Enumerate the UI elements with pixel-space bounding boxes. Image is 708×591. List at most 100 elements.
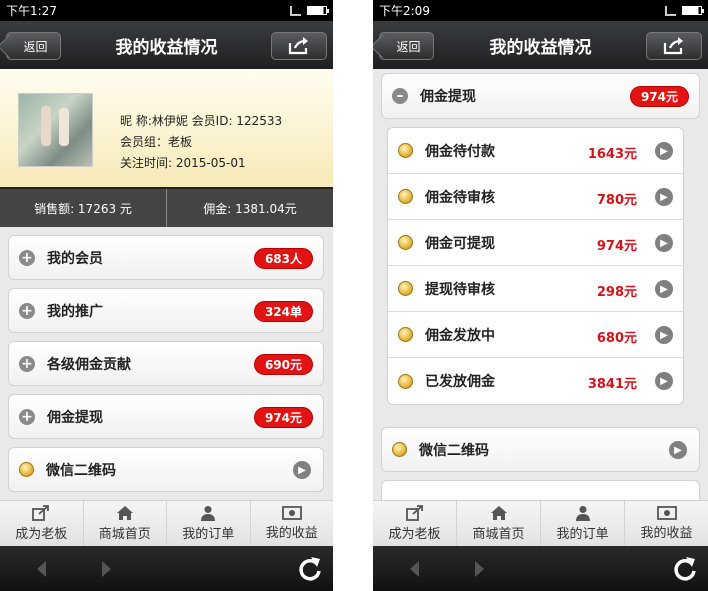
share-icon (288, 37, 308, 55)
tab-mall-home[interactable]: 商城首页 (84, 501, 167, 546)
coin-icon (398, 373, 413, 389)
system-nav-bar (0, 546, 333, 591)
forward-arrow-icon[interactable] (473, 561, 485, 577)
nav-bar: 返回 我的收益情况 (0, 21, 333, 69)
share-button[interactable] (646, 32, 702, 60)
share-icon (663, 37, 683, 55)
profile-nickname-line: 昵 称:林伊妮 会员ID: 122533 (120, 114, 283, 128)
item-label: 佣金待付款 (425, 143, 495, 160)
home-icon (490, 506, 507, 520)
tab-become-boss[interactable]: 成为老板 (0, 501, 84, 546)
row-commission-withdraw[interactable]: + 佣金提现 974元 (8, 394, 324, 439)
tab-my-orders[interactable]: 我的订单 (167, 501, 251, 546)
tab-label: 商城首页 (472, 527, 525, 542)
list-item[interactable]: 提现待审核 298元 ▶ (388, 266, 683, 312)
list-item[interactable]: 已发放佣金 3841元 ▶ (388, 358, 683, 404)
expand-plus-icon: + (19, 249, 35, 266)
row-label: 微信二维码 (46, 462, 116, 479)
chevron-right-icon: ▶ (293, 461, 311, 479)
user-icon (575, 506, 590, 521)
list-item[interactable]: 佣金待审核 780元 ▶ (388, 174, 683, 220)
back-button[interactable]: 返回 (6, 32, 61, 60)
tab-my-earnings[interactable]: 我的收益 (251, 501, 334, 546)
home-icon (116, 506, 133, 520)
chevron-right-icon: ▶ (655, 234, 673, 252)
row-label: 我的推广 (47, 303, 103, 320)
status-icons (665, 5, 704, 16)
profile-group-line: 会员组：老板 (120, 135, 193, 149)
forward-arrow-icon[interactable] (100, 561, 112, 577)
profile-info: 昵 称:林伊妮 会员ID: 122533 会员组：老板 关注时间: 2015-0… (120, 111, 282, 174)
item-label: 佣金发放中 (425, 327, 495, 344)
item-amount: 3841元 (587, 377, 637, 392)
tab-label: 我的收益 (640, 526, 693, 541)
nav-bar: 返回 我的收益情况 (373, 21, 708, 69)
bottom-tab-bar: 成为老板 商城首页 我的订单 我的收益 (373, 500, 708, 546)
back-arrow-icon[interactable] (409, 561, 421, 577)
right-phone-screen: 下午2:09 返回 我的收益情况 – 佣金提现 974元 佣金待付款 1643元… (373, 0, 708, 591)
page-title: 我的收益情况 (489, 37, 592, 58)
row-commission-contribution[interactable]: + 各级佣金贡献 690元 (8, 341, 324, 386)
share-button[interactable] (271, 32, 327, 60)
list-item[interactable]: 佣金发放中 680元 ▶ (388, 312, 683, 358)
tab-my-orders[interactable]: 我的订单 (541, 501, 625, 546)
row-wechat-qrcode[interactable]: 微信二维码 ▶ (8, 447, 324, 492)
tab-my-earnings[interactable]: 我的收益 (625, 501, 708, 546)
tab-label: 成为老板 (388, 527, 441, 542)
stats-bar: 销售额: 17263 元 佣金: 1381.04元 (0, 187, 333, 227)
signal-icon (665, 5, 676, 16)
external-link-icon (32, 505, 50, 521)
menu-list: + 我的会员 683人 + 我的推广 324单 + 各级佣金贡献 690元 + … (0, 227, 333, 492)
commission-sublist: 佣金待付款 1643元 ▶ 佣金待审核 780元 ▶ 佣金可提现 974元 ▶ … (387, 127, 684, 405)
header-label: 佣金提现 (420, 89, 476, 105)
battery-icon (682, 6, 704, 15)
item-label: 佣金待审核 (425, 189, 495, 206)
coin-icon (19, 462, 34, 477)
coin-icon (398, 327, 413, 342)
status-bar: 下午1:27 (0, 0, 333, 21)
list-item[interactable]: 佣金可提现 974元 ▶ (388, 220, 683, 266)
collapse-minus-icon: – (392, 88, 408, 104)
profile-follow-date-line: 关注时间: 2015-05-01 (120, 156, 246, 170)
status-icons (290, 5, 329, 16)
coin-icon (398, 235, 413, 250)
coin-icon (398, 143, 413, 158)
count-badge: 324单 (253, 301, 313, 322)
coin-icon (392, 442, 407, 457)
list-item[interactable]: 佣金待付款 1643元 ▶ (388, 128, 683, 174)
coin-icon (398, 281, 413, 296)
item-amount: 680元 (596, 331, 637, 346)
back-arrow-icon[interactable] (36, 561, 48, 577)
row-label: 微信二维码 (419, 442, 489, 459)
coin-icon (398, 189, 413, 204)
item-amount: 298元 (596, 285, 637, 300)
row-my-members[interactable]: + 我的会员 683人 (8, 235, 324, 280)
row-label: 我的会员 (47, 250, 103, 267)
profile-card: 昵 称:林伊妮 会员ID: 122533 会员组：老板 关注时间: 2015-0… (0, 69, 333, 187)
bottom-tab-bar: 成为老板 商城首页 我的订单 我的收益 (0, 500, 333, 546)
user-icon (201, 506, 216, 521)
external-link-icon (405, 505, 423, 521)
row-my-promotion[interactable]: + 我的推广 324单 (8, 288, 324, 333)
expand-plus-icon: + (19, 408, 35, 425)
back-button-label: 返回 (23, 39, 48, 54)
tab-mall-home[interactable]: 商城首页 (457, 501, 541, 546)
back-button-label: 返回 (396, 39, 421, 54)
tab-become-boss[interactable]: 成为老板 (373, 501, 457, 546)
page-title: 我的收益情况 (115, 37, 218, 58)
row-wechat-qrcode[interactable]: 微信二维码 ▶ (381, 427, 700, 472)
system-nav-bar (373, 546, 708, 591)
row-label: 佣金提现 (47, 409, 103, 426)
tab-label: 我的订单 (182, 527, 235, 542)
chevron-right-icon: ▶ (655, 280, 673, 298)
refresh-icon[interactable] (297, 556, 323, 582)
refresh-icon[interactable] (672, 556, 698, 582)
tab-label: 我的收益 (265, 526, 318, 541)
count-badge: 974元 (253, 407, 313, 428)
back-button[interactable]: 返回 (379, 32, 434, 60)
tab-label: 商城首页 (98, 527, 151, 542)
status-time: 下午2:09 (379, 4, 430, 18)
avatar (18, 93, 93, 167)
commission-withdraw-header[interactable]: – 佣金提现 974元 (381, 73, 700, 119)
signal-icon (290, 5, 301, 16)
